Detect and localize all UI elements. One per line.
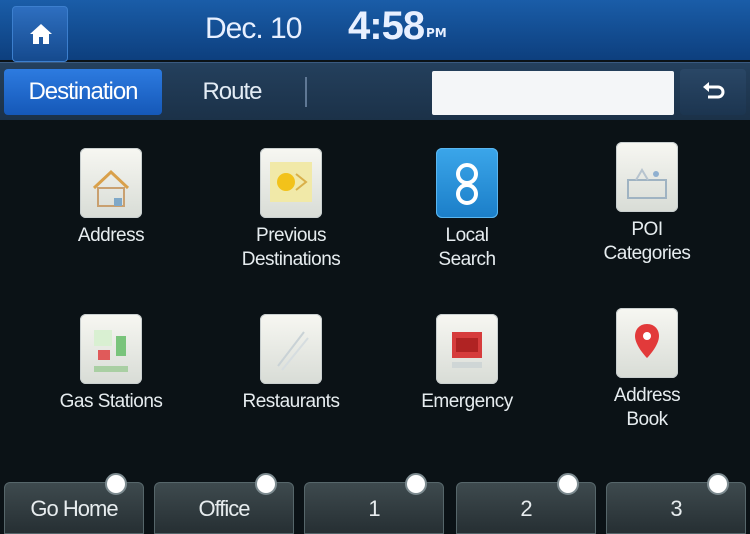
shortcut-label: Office xyxy=(198,496,250,521)
shortcut-edit-badge-icon xyxy=(557,473,579,495)
menu-item-label: Address Book xyxy=(613,385,681,430)
shortcut-edit-badge-icon xyxy=(255,473,277,495)
menu-item-label: Local Search xyxy=(438,225,496,270)
shortcut-label: Go Home xyxy=(30,496,118,521)
shortcut-edit-badge-icon xyxy=(707,473,729,495)
restaurants-icon xyxy=(260,314,322,384)
tab-destination[interactable]: Destination xyxy=(4,69,162,115)
date-text: Dec. 10 xyxy=(205,12,302,45)
ampm-text: PM xyxy=(426,26,447,40)
menu-item-address-book[interactable]: Address Book xyxy=(562,308,732,432)
menu-item-restaurants[interactable]: Restaurants xyxy=(206,314,376,414)
emergency-icon xyxy=(436,314,498,384)
poi-categories-icon xyxy=(616,142,678,212)
time-text: 4:58 xyxy=(348,4,425,48)
menu-item-emergency[interactable]: Emergency xyxy=(382,314,552,414)
shortcut-edit-badge-icon xyxy=(405,473,427,495)
shortcut-1[interactable]: 1 xyxy=(304,473,444,534)
menu-item-label: Restaurants xyxy=(242,391,340,412)
menu-item-gas-stations[interactable]: Gas Stations xyxy=(26,314,196,414)
destination-menu-grid: Address Previous Destinations Local Sear… xyxy=(0,122,750,474)
menu-item-local-search[interactable]: Local Search xyxy=(382,148,552,272)
previous-destinations-icon xyxy=(260,148,322,218)
shortcut-3[interactable]: 3 xyxy=(606,473,746,534)
shortcut-2[interactable]: 2 xyxy=(456,473,596,534)
status-bar: Dec. 10 4:58 PM xyxy=(0,0,750,62)
shortcut-go-home[interactable]: Go Home xyxy=(4,473,144,534)
home-icon xyxy=(30,24,52,44)
menu-item-previous-destinations[interactable]: Previous Destinations xyxy=(206,148,376,272)
shortcut-label: 1 xyxy=(368,496,380,521)
local-search-icon xyxy=(436,148,498,218)
shortcut-bar: Go Home Office 1 2 3 xyxy=(0,473,750,534)
gas-stations-icon xyxy=(80,314,142,384)
back-icon xyxy=(703,82,725,99)
menu-item-label: Gas Stations xyxy=(59,391,163,412)
tab-route[interactable]: Route xyxy=(168,69,296,115)
menu-item-label: Emergency xyxy=(421,391,513,412)
home-button[interactable] xyxy=(12,6,68,62)
menu-item-poi-categories[interactable]: POI Categories xyxy=(562,142,732,266)
menu-item-label: POI Categories xyxy=(603,219,691,264)
shortcut-label: 3 xyxy=(670,496,682,521)
shortcut-office[interactable]: Office xyxy=(154,473,294,534)
tab-bar: Destination Route xyxy=(0,62,750,120)
address-book-icon xyxy=(616,308,678,378)
back-button[interactable] xyxy=(680,69,746,115)
menu-item-label: Previous Destinations xyxy=(241,225,341,270)
search-input[interactable] xyxy=(432,71,674,115)
shortcut-edit-badge-icon xyxy=(105,473,127,495)
shortcut-label: 2 xyxy=(520,496,532,521)
menu-item-address[interactable]: Address xyxy=(26,148,196,248)
menu-item-label: Address xyxy=(77,225,145,246)
address-icon xyxy=(80,148,142,218)
tab-divider xyxy=(305,77,307,107)
